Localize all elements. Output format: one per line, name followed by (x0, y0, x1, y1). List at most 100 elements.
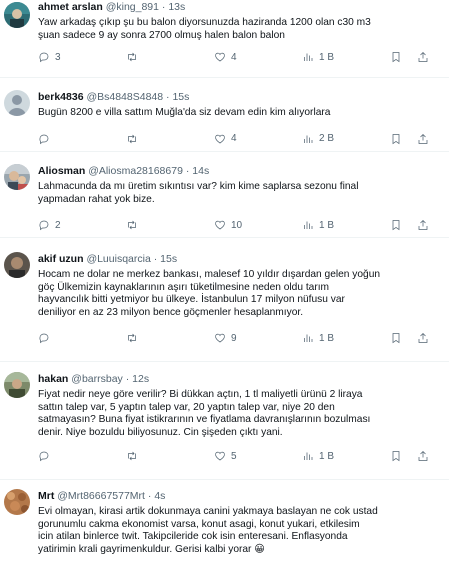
timestamp[interactable]: 13s (168, 1, 185, 13)
tweet-header: Aliosman @Aliosma28168679 · 14s (38, 164, 439, 178)
tweet-actions: 9 1 B (38, 331, 439, 345)
bookmark-button[interactable] (390, 132, 402, 146)
avatar[interactable] (4, 90, 30, 116)
timestamp[interactable]: 15s (160, 253, 177, 265)
user-handle[interactable]: @Luuisqarcia (86, 253, 150, 265)
share-button[interactable] (417, 132, 429, 146)
view-count: 1 B (319, 450, 335, 462)
reply-icon (39, 220, 49, 231)
reply-button[interactable]: 2 (38, 218, 61, 232)
share-button[interactable] (417, 449, 429, 463)
tweet-actions: 4 2 B (38, 132, 439, 146)
retweet-button[interactable] (126, 218, 143, 232)
reply-button[interactable] (38, 331, 55, 345)
heart-icon (215, 334, 225, 343)
tweet[interactable]: Mrt @Mrt86667577Mrt · 4s Evi olmayan, ki… (0, 480, 449, 582)
reply-count: 2 (55, 219, 61, 231)
display-name[interactable]: Aliosman (38, 165, 85, 177)
display-name[interactable]: Mrt (38, 490, 54, 502)
bookmark-button[interactable] (390, 218, 402, 232)
user-handle[interactable]: @barrsbay (71, 373, 123, 385)
like-count: 4 (231, 51, 237, 63)
tweet-header: ahmet arslan @king_891 · 13s (38, 0, 439, 14)
timestamp[interactable]: 4s (154, 490, 165, 502)
like-button[interactable]: 4 (214, 132, 237, 146)
reply-icon (39, 134, 49, 144)
like-button[interactable]: 5 (214, 449, 237, 463)
views-button[interactable]: 1 B (302, 50, 334, 64)
tweet-feed: ahmet arslan @king_891 · 13s Yaw arkadaş… (0, 0, 449, 582)
views-button[interactable]: 1 B (302, 331, 334, 345)
reply-icon (39, 333, 49, 344)
like-count: 5 (231, 450, 237, 462)
display-name[interactable]: hakan (38, 373, 68, 385)
like-button[interactable]: 4 (214, 50, 237, 64)
timestamp[interactable]: 15s (172, 91, 189, 103)
retweet-icon (128, 52, 136, 62)
heart-icon (215, 52, 225, 62)
share-icon (418, 133, 428, 144)
user-handle[interactable]: @Mrt86667577Mrt (57, 490, 145, 502)
retweet-button[interactable] (126, 50, 143, 64)
share-button[interactable] (417, 218, 429, 232)
timestamp[interactable]: 12s (132, 373, 149, 385)
tweet-header: Mrt @Mrt86667577Mrt · 4s (38, 489, 439, 503)
views-button[interactable]: 1 B (302, 218, 334, 232)
tweet-text: Bugün 8200 e villa sattım Muğla'da siz d… (38, 107, 331, 118)
bookmark-button[interactable] (390, 331, 402, 345)
heart-icon (215, 220, 225, 230)
retweet-button[interactable] (126, 449, 143, 463)
views-button[interactable]: 2 B (302, 132, 334, 146)
tweet[interactable]: hakan @barrsbay · 12s Fiyat nedir neye g… (0, 362, 449, 480)
retweet-icon (128, 134, 136, 143)
retweet-icon (128, 220, 136, 230)
like-button[interactable]: 10 (214, 218, 242, 232)
like-count: 4 (231, 133, 237, 145)
heart-icon (215, 134, 225, 144)
views-icon (304, 135, 313, 143)
reply-button[interactable]: 3 (38, 50, 61, 64)
avatar[interactable] (4, 252, 30, 278)
user-handle[interactable]: @king_891 (106, 1, 159, 13)
retweet-button[interactable] (126, 132, 143, 146)
separator-dot: · (161, 1, 166, 13)
tweet-header: hakan @barrsbay · 12s (38, 372, 439, 386)
user-handle[interactable]: @Bs4848S4848 (86, 91, 163, 103)
separator-dot: · (185, 165, 190, 177)
separator-dot: · (153, 253, 158, 265)
share-button[interactable] (417, 331, 429, 345)
views-icon (304, 53, 313, 62)
share-button[interactable] (417, 50, 429, 64)
avatar[interactable] (4, 489, 30, 515)
bookmark-icon (392, 451, 400, 462)
views-button[interactable]: 1 B (302, 449, 334, 463)
avatar[interactable] (4, 372, 30, 398)
reply-button[interactable] (38, 132, 55, 146)
reply-icon (39, 451, 49, 462)
tweet[interactable]: berk4836 @Bs4848S4848 · 15s Bugün 8200 e… (0, 78, 449, 152)
display-name[interactable]: akif uzun (38, 253, 84, 265)
user-handle[interactable]: @Aliosma28168679 (88, 165, 183, 177)
view-count: 1 B (319, 332, 335, 344)
display-name[interactable]: berk4836 (38, 91, 84, 103)
bookmark-button[interactable] (390, 50, 402, 64)
tweet-text: Yaw arkadaş çıkıp şu bu balon diyorsunuz… (38, 17, 371, 41)
views-icon (304, 452, 313, 461)
avatar[interactable] (4, 164, 30, 190)
tweet[interactable]: akif uzun @Luuisqarcia · 15s Hocam ne do… (0, 238, 449, 362)
like-button[interactable]: 9 (214, 331, 237, 345)
avatar[interactable] (4, 2, 30, 28)
share-icon (418, 52, 428, 63)
tweet-text: Evi olmayan, kirasi artik dokunmaya cani… (38, 506, 378, 555)
timestamp[interactable]: 14s (192, 165, 209, 177)
bookmark-button[interactable] (390, 449, 402, 463)
retweet-icon (128, 452, 136, 461)
views-icon (304, 334, 313, 343)
share-icon (418, 333, 428, 344)
tweet[interactable]: ahmet arslan @king_891 · 13s Yaw arkadaş… (0, 0, 449, 78)
bookmark-icon (392, 220, 400, 231)
tweet[interactable]: Aliosman @Aliosma28168679 · 14s Lahmacun… (0, 152, 449, 238)
reply-button[interactable] (38, 449, 55, 463)
retweet-button[interactable] (126, 331, 143, 345)
display-name[interactable]: ahmet arslan (38, 1, 103, 13)
